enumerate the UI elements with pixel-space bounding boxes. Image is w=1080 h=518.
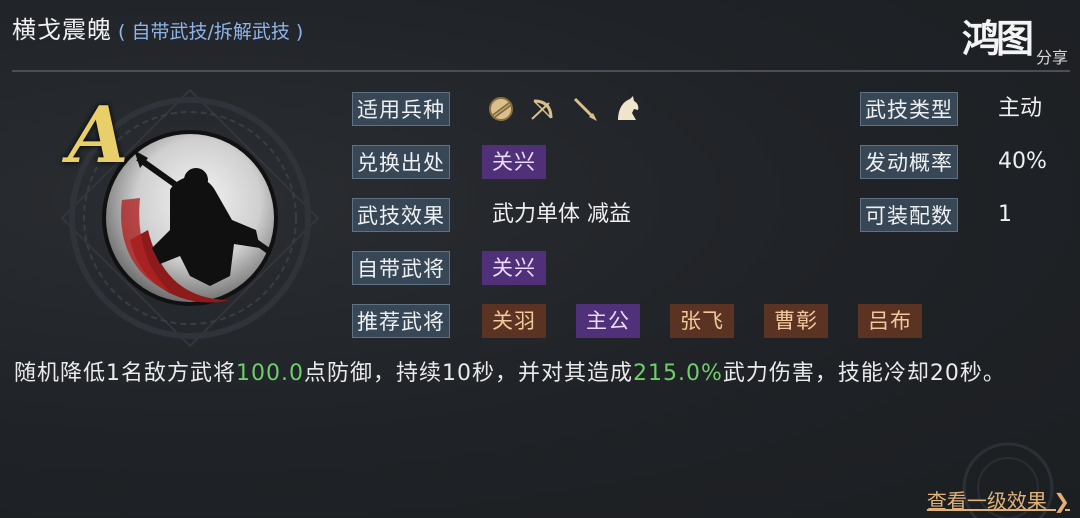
- description-highlight: 215.0%: [632, 361, 723, 386]
- skill-type-label: 武技类型: [860, 92, 958, 126]
- skill-title: 横戈震魄: [12, 16, 112, 44]
- header-divider: [12, 70, 1070, 72]
- recommended-general-tag[interactable]: 张飞: [670, 304, 734, 338]
- recommended-general-tag[interactable]: 关羽: [482, 304, 546, 338]
- spear-icon: [570, 94, 600, 124]
- recommended-general-tag[interactable]: 曹彰: [764, 304, 828, 338]
- skill-header: 横戈震魄 ( 自带武技/拆解武技 ): [12, 10, 303, 50]
- recommended-general-tag[interactable]: 主公: [576, 304, 640, 338]
- skill-effect-label: 武技效果: [352, 198, 450, 232]
- exchange-source-tag[interactable]: 关兴: [482, 145, 546, 179]
- skill-description: 随机降低1名敌方武将100.0点防御，持续10秒，并对其造成215.0%武力伤害…: [14, 356, 1064, 391]
- trigger-chance-label: 发动概率: [860, 145, 958, 179]
- troop-icons: [486, 92, 642, 126]
- skill-emblem: A: [20, 80, 340, 350]
- equip-count-label: 可装配数: [860, 198, 958, 232]
- recommended-general-tag[interactable]: 吕布: [858, 304, 922, 338]
- skill-effect-value: 武力单体 减益: [492, 202, 631, 227]
- shield-icon: [486, 94, 516, 124]
- equip-count-value: 1: [998, 202, 1012, 227]
- grade-letter: A: [68, 90, 129, 181]
- description-text: 武力伤害，技能冷却20秒。: [722, 361, 1006, 386]
- skill-type-value: 主动: [998, 96, 1043, 121]
- recommended-general-label: 推荐武将: [352, 304, 450, 338]
- troop-type-label: 适用兵种: [352, 92, 450, 126]
- horse-icon: [612, 94, 642, 124]
- view-level1-effect-link[interactable]: 查看一级效果 ❯: [927, 485, 1070, 514]
- logo-share-text: 分享: [1035, 48, 1068, 67]
- app-logo: 鸿图 分享: [962, 8, 1074, 68]
- own-general-label: 自带武将: [352, 251, 450, 285]
- trigger-chance-value: 40%: [998, 149, 1047, 174]
- description-text: 点防御，持续10秒，并对其造成: [303, 361, 633, 386]
- logo-text: 鸿图: [962, 16, 1034, 61]
- skill-subtitle: ( 自带武技/拆解武技 ): [118, 21, 304, 43]
- description-highlight: 100.0: [236, 361, 304, 386]
- own-general-tag[interactable]: 关兴: [482, 251, 546, 285]
- bow-icon: [528, 94, 558, 124]
- description-text: 随机降低1名敌方武将: [14, 361, 236, 386]
- exchange-source-label: 兑换出处: [352, 145, 450, 179]
